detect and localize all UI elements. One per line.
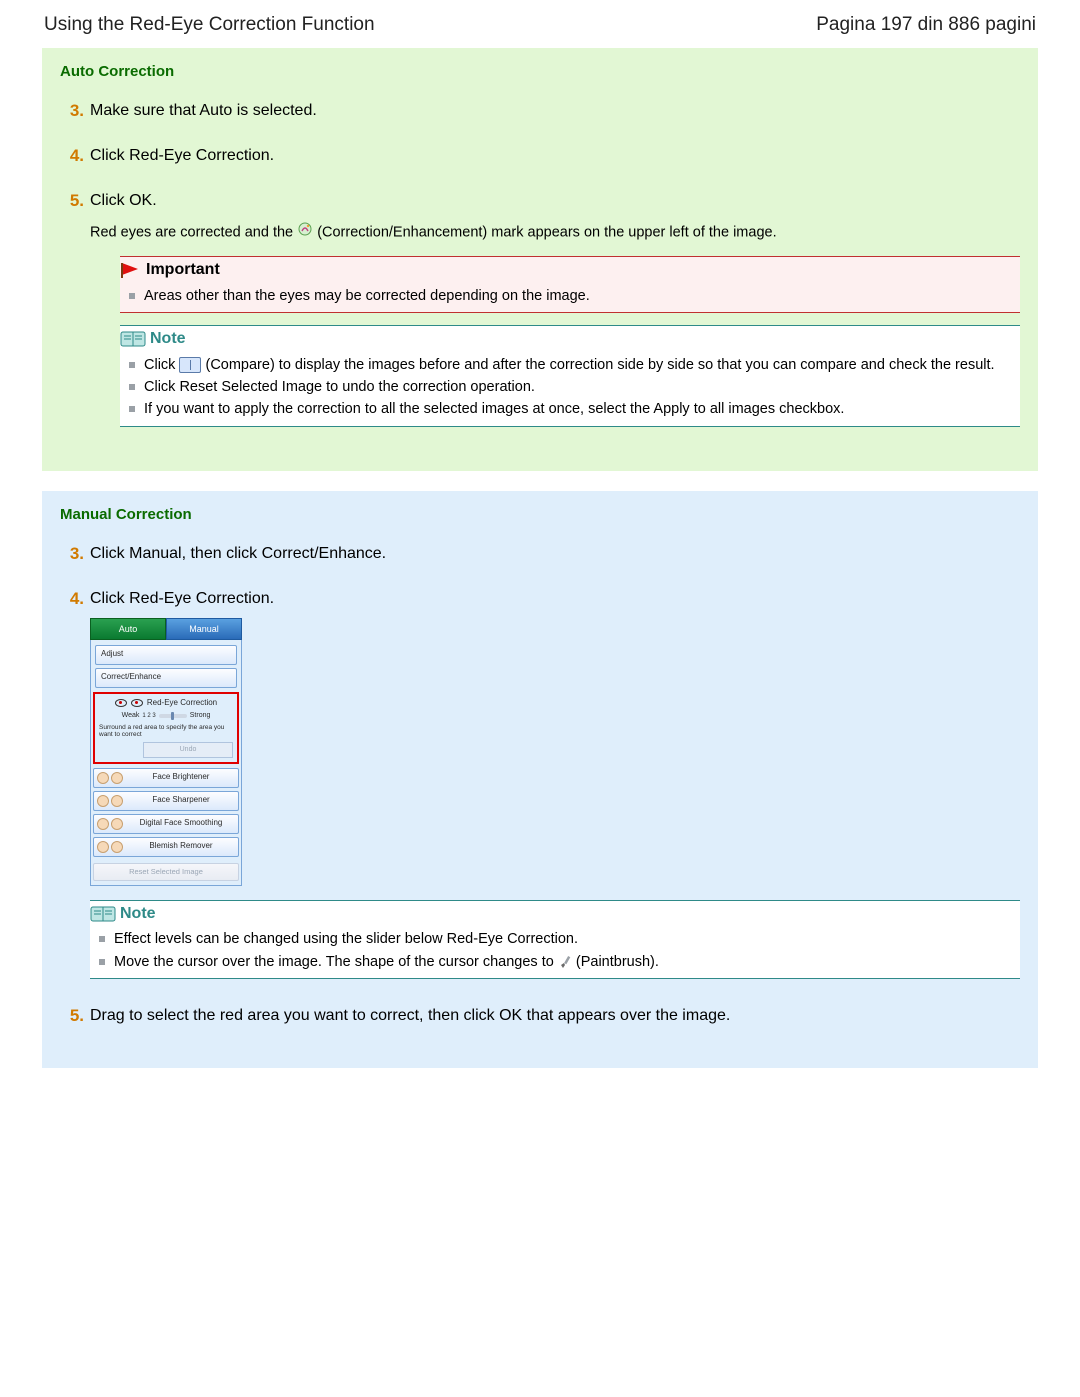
step-4: 4. Click Red-Eye Correction.	[60, 145, 1020, 168]
note-item: Click (Compare) to display the images be…	[144, 355, 1010, 375]
step-5: 5. Click OK. Red eyes are corrected and …	[60, 190, 1020, 431]
blemish-remover-button[interactable]: Blemish Remover	[93, 837, 239, 857]
face-sharpener-button[interactable]: Face Sharpener	[93, 791, 239, 811]
slider-ticks: 1 2 3	[142, 712, 155, 720]
step-subtext: Red eyes are corrected and the (Correcti…	[90, 221, 1020, 244]
page-title: Using the Red-Eye Correction Function	[44, 12, 375, 38]
step-text: Click Red-Eye Correction.	[90, 588, 1020, 610]
face-icon	[97, 841, 109, 853]
important-label: Important	[146, 259, 220, 281]
step-number: 5.	[60, 1005, 84, 1028]
note-label: Note	[120, 903, 156, 925]
page-counter: Pagina 197 din 886 pagini	[816, 12, 1036, 38]
page-header: Using the Red-Eye Correction Function Pa…	[0, 0, 1080, 48]
step-text: Click Red-Eye Correction.	[90, 145, 1020, 168]
step-text: Click Manual, then click Correct/Enhance…	[90, 543, 1020, 566]
note-item: If you want to apply the correction to a…	[144, 399, 1010, 419]
correction-enhancement-icon	[297, 221, 313, 244]
note-item: Click Reset Selected Image to undo the c…	[144, 377, 1010, 397]
book-icon	[120, 329, 146, 349]
paintbrush-icon	[558, 955, 572, 969]
manual-panel-screenshot: Auto Manual Adjust Correct/Enhance Red-E…	[90, 618, 242, 886]
flag-icon	[120, 261, 142, 279]
face-icon	[111, 818, 123, 830]
red-eye-correction-group: Red-Eye Correction Weak 1 2 3 Strong Sur…	[93, 692, 239, 764]
face-icon	[97, 818, 109, 830]
step-number: 4.	[60, 145, 84, 168]
book-icon	[90, 904, 116, 924]
step-4: 4. Click Red-Eye Correction. Auto Manual…	[60, 588, 1020, 983]
step-3: 3. Make sure that Auto is selected.	[60, 100, 1020, 123]
face-icon	[111, 841, 123, 853]
note-label: Note	[150, 328, 186, 350]
tab-manual[interactable]: Manual	[166, 618, 242, 640]
face-icon	[97, 795, 109, 807]
step-number: 3.	[60, 100, 84, 123]
face-icon	[97, 772, 109, 784]
eye-icon	[131, 699, 143, 707]
correct-enhance-button[interactable]: Correct/Enhance	[95, 668, 237, 688]
step-number: 5.	[60, 190, 84, 431]
step-number: 4.	[60, 588, 84, 983]
step-3: 3. Click Manual, then click Correct/Enha…	[60, 543, 1020, 566]
face-brightener-button[interactable]: Face Brightener	[93, 768, 239, 788]
face-icon	[111, 772, 123, 784]
effect-slider[interactable]	[159, 714, 187, 718]
undo-button[interactable]: Undo	[143, 742, 233, 757]
important-box: Important Areas other than the eyes may …	[120, 256, 1020, 313]
step-text: Make sure that Auto is selected.	[90, 100, 1020, 123]
auto-steps-list: 3. Make sure that Auto is selected. 4. C…	[60, 100, 1020, 431]
step-number: 3.	[60, 543, 84, 566]
auto-correction-heading: Auto Correction	[60, 62, 1020, 82]
manual-correction-section: Manual Correction 3. Click Manual, then …	[42, 491, 1038, 1068]
note-box: Note Click (Compare) to display the imag…	[120, 325, 1020, 426]
tab-auto[interactable]: Auto	[90, 618, 166, 640]
step-text: Click OK.	[90, 190, 1020, 212]
compare-icon	[179, 357, 201, 373]
note-box: Note Effect levels can be changed using …	[90, 900, 1020, 979]
step-5: 5. Drag to select the red area you want …	[60, 1005, 1020, 1028]
eye-icon	[115, 699, 127, 707]
adjust-button[interactable]: Adjust	[95, 645, 237, 665]
red-eye-label: Red-Eye Correction	[147, 698, 217, 709]
manual-correction-heading: Manual Correction	[60, 505, 1020, 525]
face-icon	[111, 795, 123, 807]
important-item: Areas other than the eyes may be correct…	[144, 286, 1010, 306]
digital-face-smoothing-button[interactable]: Digital Face Smoothing	[93, 814, 239, 834]
note-item: Move the cursor over the image. The shap…	[114, 952, 1010, 972]
slider-weak-label: Weak	[122, 711, 140, 720]
slider-strong-label: Strong	[190, 711, 211, 720]
manual-steps-list: 3. Click Manual, then click Correct/Enha…	[60, 543, 1020, 1028]
auto-correction-section: Auto Correction 3. Make sure that Auto i…	[42, 48, 1038, 471]
reset-selected-image-button[interactable]: Reset Selected Image	[93, 863, 239, 881]
note-item: Effect levels can be changed using the s…	[114, 929, 1010, 949]
step-text: Drag to select the red area you want to …	[90, 1005, 1020, 1028]
red-eye-instruction: Surround a red area to specify the area …	[99, 724, 233, 738]
